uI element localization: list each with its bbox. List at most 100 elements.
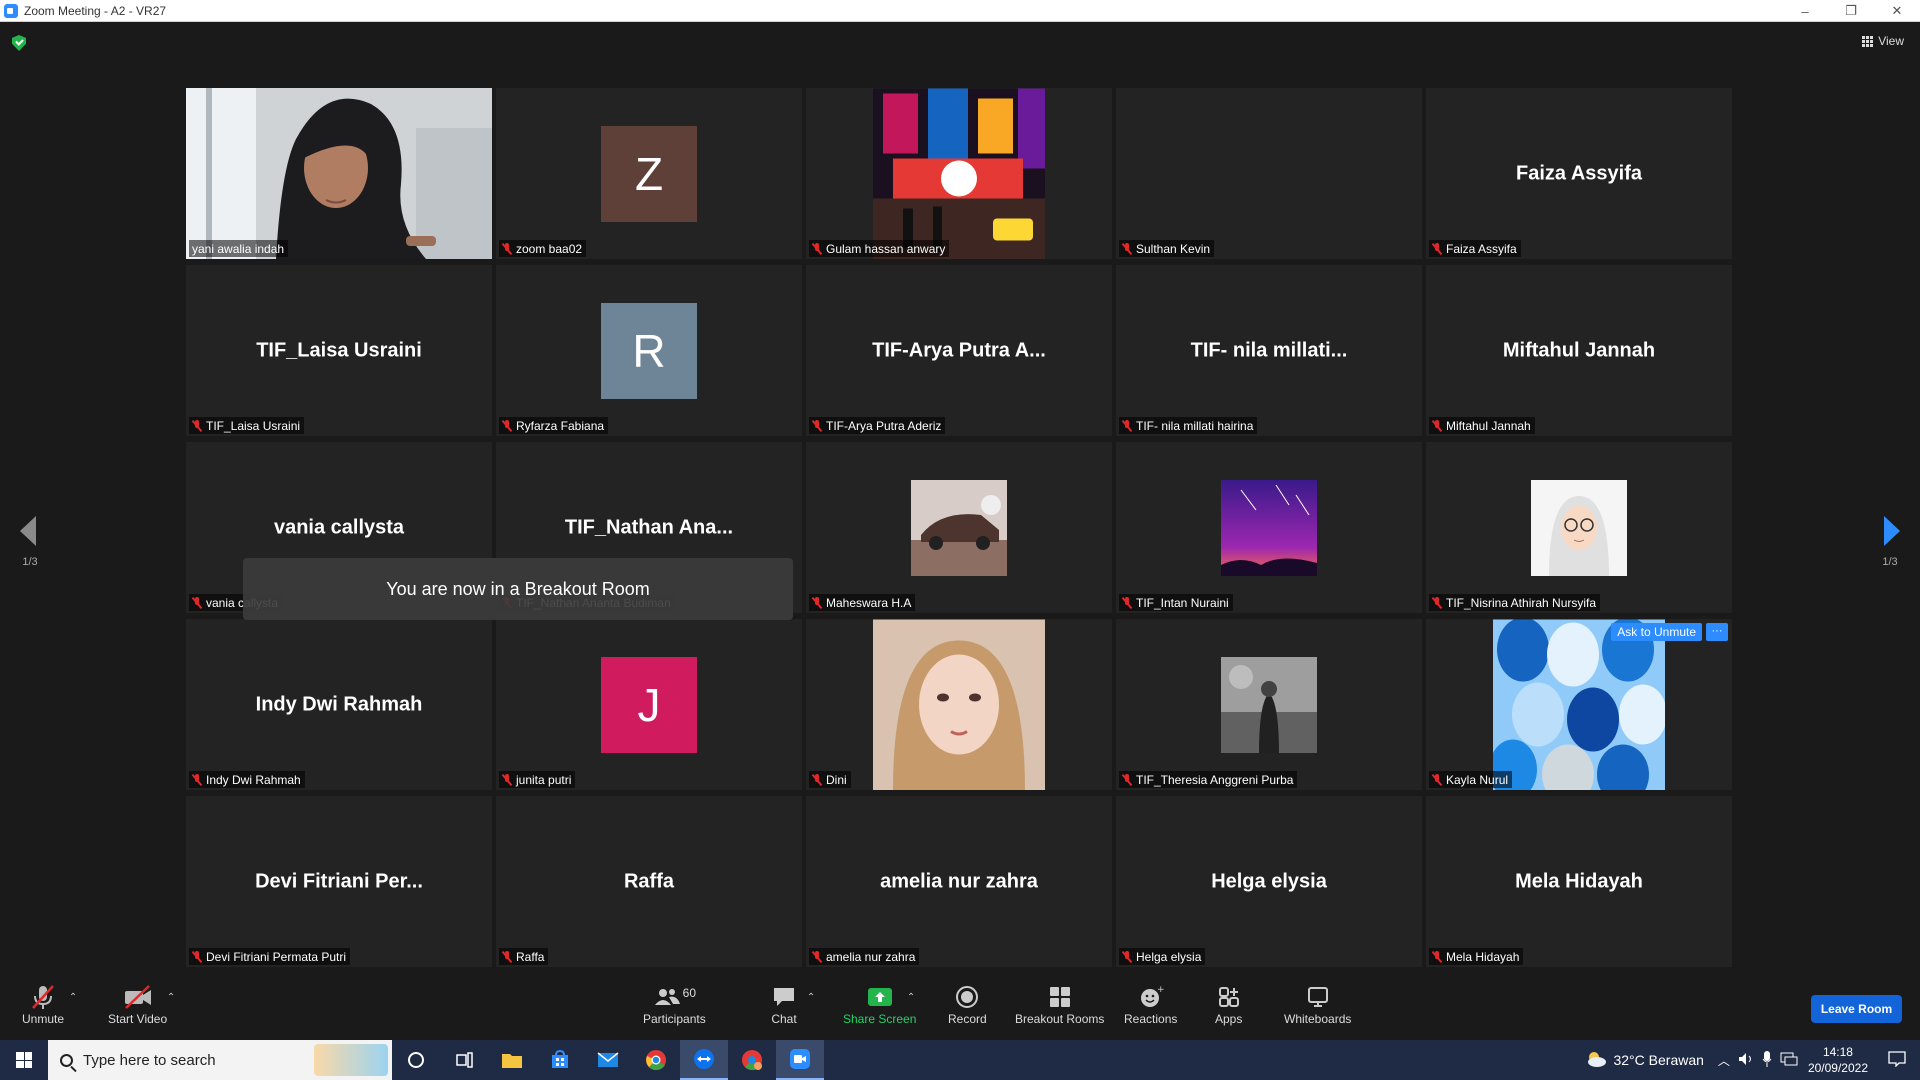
- video-off-icon: [123, 982, 153, 1012]
- unmute-button[interactable]: Unmute: [22, 982, 64, 1026]
- participant-name: Maheswara H.A: [826, 595, 912, 610]
- participants-button[interactable]: 60 Participants: [643, 982, 706, 1026]
- teamviewer-icon[interactable]: [680, 1040, 728, 1080]
- participant-name-label: Devi Fitriani Permata Putri: [189, 948, 351, 965]
- participant-tile[interactable]: Maheswara H.A: [806, 442, 1112, 613]
- participant-tile[interactable]: Indy Dwi Rahmah Indy Dwi Rahmah: [186, 619, 492, 790]
- participant-tile[interactable]: yani awalia indah: [186, 88, 492, 259]
- speaker-icon[interactable]: [1738, 1052, 1754, 1069]
- profile-photo: [1531, 479, 1627, 576]
- whiteboard-icon: [1306, 982, 1330, 1012]
- record-button[interactable]: Record: [948, 982, 987, 1026]
- participant-name: amelia nur zahra: [826, 949, 916, 964]
- zoom-taskbar-icon[interactable]: [776, 1040, 824, 1080]
- participant-tile[interactable]: Miftahul Jannah Miftahul Jannah: [1426, 265, 1732, 436]
- participant-tile[interactable]: Dini: [806, 619, 1112, 790]
- participant-name: Miftahul Jannah: [1446, 418, 1531, 433]
- participant-tile[interactable]: Jjunita putri: [496, 619, 802, 790]
- participant-tile[interactable]: TIF- nila millati... TIF- nila millati ha…: [1116, 265, 1422, 436]
- participant-name: TIF- nila millati hairina: [1136, 418, 1254, 433]
- chat-label: Chat: [771, 1012, 797, 1026]
- share-screen-label: Share Screen: [843, 1012, 917, 1026]
- network-icon[interactable]: [1780, 1052, 1798, 1069]
- participant-tile[interactable]: R Ryfarza Fabiana: [496, 265, 802, 436]
- participant-tile[interactable]: Gulam hassan anwary: [806, 88, 1112, 259]
- leave-room-button[interactable]: Leave Room: [1811, 995, 1902, 1023]
- muted-mic-icon: [1432, 419, 1442, 432]
- participant-tile[interactable]: Raffa Raffa: [496, 796, 802, 967]
- participants-icon: 60: [653, 982, 696, 1012]
- participant-tile[interactable]: Ask to Unmute ··· Kayla Nurul: [1426, 619, 1732, 790]
- page-indicator-right: 1/3: [1882, 556, 1898, 568]
- whiteboards-button[interactable]: Whiteboards: [1284, 982, 1351, 1026]
- chrome-icon[interactable]: [632, 1040, 680, 1080]
- cortana-icon[interactable]: [392, 1040, 440, 1080]
- participant-tile[interactable]: Devi Fitriani Per... Devi Fitriani Permat…: [186, 796, 492, 967]
- participant-tile[interactable]: TIF_Theresia Anggreni Purba: [1116, 619, 1422, 790]
- participant-name-label: Faiza Assyifa: [1429, 240, 1521, 257]
- minimize-button[interactable]: –: [1782, 0, 1828, 22]
- chat-bubble-icon: [771, 982, 797, 1012]
- participant-tile[interactable]: amelia nur zahra amelia nur zahra: [806, 796, 1112, 967]
- reactions-button[interactable]: + Reactions: [1124, 982, 1177, 1026]
- participant-tile[interactable]: Faiza Assyifa Faiza Assyifa: [1426, 88, 1732, 259]
- participant-name: Gulam hassan anwary: [826, 241, 946, 256]
- task-view-icon[interactable]: [440, 1040, 488, 1080]
- weather-text[interactable]: 32°C Berawan: [1613, 1052, 1703, 1068]
- breakout-rooms-icon: [1048, 982, 1072, 1012]
- participant-tile[interactable]: TIF-Arya Putra A... TIF-Arya Putra Aderiz: [806, 265, 1112, 436]
- participant-name-label: Gulam hassan anwary: [809, 240, 950, 257]
- microphone-icon[interactable]: [1762, 1050, 1772, 1070]
- notification-center-icon[interactable]: [1888, 1050, 1906, 1070]
- mail-icon[interactable]: [584, 1040, 632, 1080]
- share-screen-button[interactable]: Share Screen: [843, 982, 916, 1026]
- participant-name: Kayla Nurul: [1446, 772, 1509, 787]
- previous-page-arrow-icon[interactable]: [20, 516, 36, 546]
- start-button[interactable]: [0, 1040, 48, 1080]
- more-options-button[interactable]: ···: [1706, 623, 1728, 641]
- breakout-rooms-button[interactable]: Breakout Rooms: [1015, 982, 1104, 1026]
- participant-tile[interactable]: TIF_Intan Nuraini: [1116, 442, 1422, 613]
- muted-mic-icon: [1122, 242, 1132, 255]
- participant-tile[interactable]: Mela Hidayah Mela Hidayah: [1426, 796, 1732, 967]
- participant-video: [186, 88, 492, 259]
- chrome-profile-icon[interactable]: [728, 1040, 776, 1080]
- participant-name: Devi Fitriani Permata Putri: [206, 949, 347, 964]
- muted-mic-icon: [502, 419, 512, 432]
- participant-name: TIF-Arya Putra Aderiz: [826, 418, 942, 433]
- record-label: Record: [948, 1012, 987, 1026]
- participant-name: Helga elysia: [1136, 949, 1202, 964]
- participant-tile[interactable]: Zzoom baa02: [496, 88, 802, 259]
- muted-mic-icon: [812, 596, 822, 609]
- next-page-arrow-icon[interactable]: [1884, 516, 1900, 546]
- ask-to-unmute-button[interactable]: Ask to Unmute: [1611, 623, 1702, 641]
- participant-tile[interactable]: TIF_Nisrina Athirah Nursyifa: [1426, 442, 1732, 613]
- view-button[interactable]: View: [1862, 34, 1904, 48]
- participant-name-label: Miftahul Jannah: [1429, 417, 1535, 434]
- participant-tile[interactable]: TIF_Laisa Usraini TIF_Laisa Usraini: [186, 265, 492, 436]
- apps-button[interactable]: Apps: [1215, 982, 1242, 1026]
- participant-name-label: Ryfarza Fabiana: [499, 417, 609, 434]
- restore-button[interactable]: ❐: [1828, 0, 1874, 22]
- chat-button[interactable]: Chat: [771, 982, 797, 1026]
- participant-tile[interactable]: Helga elysia Helga elysia: [1116, 796, 1422, 967]
- muted-mic-icon: [192, 773, 202, 786]
- participant-name: TIF_Nisrina Athirah Nursyifa: [1446, 595, 1597, 610]
- file-explorer-icon[interactable]: [488, 1040, 536, 1080]
- muted-mic-icon: [1432, 773, 1442, 786]
- chevron-up-icon[interactable]: ︿: [1718, 1052, 1730, 1069]
- participant-tile[interactable]: Sulthan Kevin: [1116, 88, 1422, 259]
- start-video-button[interactable]: Start Video: [108, 982, 167, 1026]
- store-icon[interactable]: [536, 1040, 584, 1080]
- close-button[interactable]: ✕: [1874, 0, 1920, 22]
- participant-name: Indy Dwi Rahmah: [206, 772, 301, 787]
- taskbar-clock[interactable]: 14:18 20/09/2022: [1808, 1044, 1868, 1076]
- breakout-room-toast: You are now in a Breakout Room: [243, 558, 793, 620]
- security-shield-icon[interactable]: [12, 35, 26, 51]
- muted-mic-icon: [1122, 773, 1132, 786]
- muted-mic-icon: [1122, 950, 1132, 963]
- muted-mic-icon: [812, 950, 822, 963]
- profile-photo: [1221, 656, 1317, 753]
- taskbar-search-box[interactable]: Type here to search: [48, 1040, 392, 1080]
- svg-text:+: +: [1157, 985, 1164, 995]
